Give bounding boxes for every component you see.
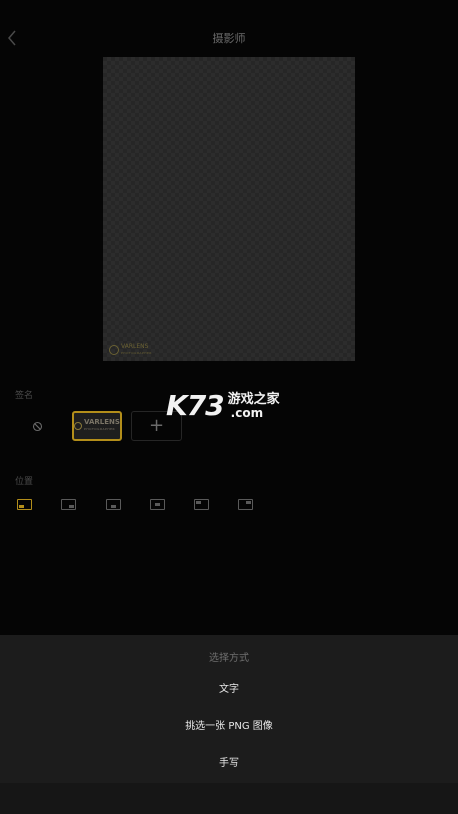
photo-preview: VARLENS PHOTOGRAPHER [103, 57, 355, 361]
position-bottom-left[interactable] [17, 499, 32, 510]
position-top-right-icon [246, 501, 251, 504]
position-center[interactable] [150, 499, 165, 510]
signature-none-button[interactable] [25, 414, 49, 438]
watermark-subtext: PHOTOGRAPHER [121, 351, 153, 355]
signature-thumb-subtext: PHOTOGRAPHER [84, 427, 116, 431]
sheet-footer [0, 783, 458, 814]
sheet-option-handwriting[interactable]: 手写 [0, 746, 458, 782]
site-domain: .com [230, 406, 264, 420]
page-title: 摄影师 [212, 32, 246, 45]
screen: 摄影师 VARLENS PHOTOGRAPHER 签名 VARLENS PHOT… [0, 0, 458, 814]
sheet-option-png-image[interactable]: 挑选一张 PNG 图像 [0, 709, 458, 745]
sheet-title: 选择方式 [209, 653, 249, 664]
site-logo: K73 [166, 389, 225, 422]
site-watermark: K73 游戏之家 .com [166, 391, 280, 421]
signature-option-varlens[interactable]: VARLENS PHOTOGRAPHER [72, 411, 122, 441]
site-name: 游戏之家 [227, 392, 280, 407]
position-bottom-center[interactable] [106, 499, 121, 510]
signature-label: 签名 [15, 391, 34, 401]
choose-method-sheet: 选择方式 文字 挑选一张 PNG 图像 手写 [0, 635, 458, 814]
signature-thumb-text: VARLENS [84, 418, 120, 426]
plus-icon: + [148, 415, 165, 436]
position-bottom-right-icon [69, 505, 74, 508]
sheet-option-text[interactable]: 文字 [0, 672, 458, 708]
position-center-icon [155, 503, 160, 506]
watermark-text: VARLENS [121, 343, 149, 350]
position-bottom-center-icon [111, 505, 116, 508]
no-signature-icon [32, 421, 42, 431]
position-top-left-icon [196, 501, 201, 504]
watermark-logo-icon [109, 345, 119, 355]
position-top-left[interactable] [194, 499, 209, 510]
preview-watermark: VARLENS PHOTOGRAPHER [109, 344, 152, 356]
position-top-right[interactable] [238, 499, 253, 510]
varlens-logo-icon [74, 422, 83, 430]
position-label: 位置 [15, 477, 34, 487]
position-bottom-left-icon [19, 505, 24, 508]
position-bottom-right[interactable] [61, 499, 76, 510]
